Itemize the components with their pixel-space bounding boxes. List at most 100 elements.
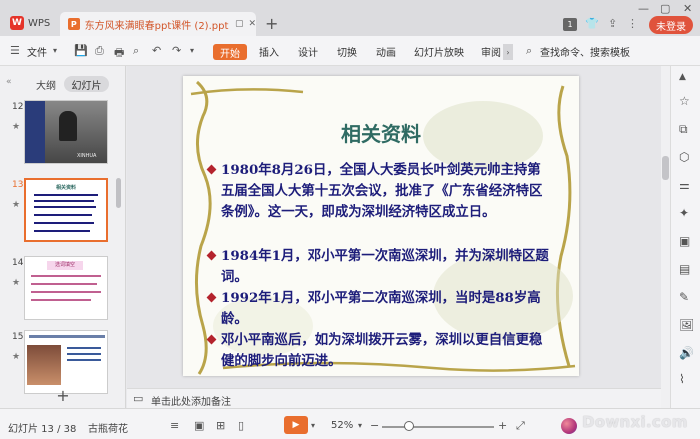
thumbnail-row-13[interactable]: 13 ★ 相关资料 (0, 178, 126, 244)
right-tool-sidebar: ▲ ☆ ⧉ ⬡ ⚌ ✦ ▣ ▤ ✎ 🖼 🔊 ⌇ (670, 66, 700, 408)
slide-thumbnail[interactable]: XINHUA (24, 100, 108, 164)
tab-window-icon[interactable]: ▢ (235, 19, 244, 29)
chevron-down-icon[interactable]: ▾ (53, 46, 57, 55)
theme-name[interactable]: 古瓶荷花 (88, 420, 128, 435)
copy-icon[interactable]: ⧉ (679, 122, 688, 137)
close-window-icon[interactable]: ✕ (683, 2, 692, 15)
normal-view-icon[interactable]: ▣ (194, 419, 204, 432)
layout-icon[interactable]: ▤ (679, 262, 690, 276)
notes-placeholder[interactable]: 单击此处添加备注 (151, 393, 231, 408)
menu-file[interactable]: 文件 (27, 44, 47, 59)
image-icon[interactable]: 🖼 (679, 318, 694, 332)
slide-thumbnail[interactable]: 选词填空 (24, 256, 108, 320)
login-button[interactable]: 未登录 (649, 16, 693, 34)
tab-slides[interactable]: 幻灯片 (64, 76, 109, 92)
play-dropdown-icon[interactable]: ▾ (311, 421, 315, 430)
menu-tab-start[interactable]: 开始 (213, 44, 247, 60)
slide-thumbnail[interactable] (24, 330, 108, 394)
zoom-dropdown-icon[interactable]: ▾ (358, 421, 362, 430)
more-icon[interactable]: ⋮ (627, 17, 638, 30)
bullet-text-2[interactable]: 1984年1月，邓小平第一次南巡深圳，并为深圳特区题词。 (206, 246, 551, 288)
zoom-slider[interactable] (382, 426, 494, 428)
hamburger-icon[interactable]: ☰ (10, 44, 20, 57)
app-name: WPS (28, 17, 51, 29)
bullet-text-1[interactable]: 1980年8月26日，全国人大委员长叶剑英元帅主持第五届全国人大第十五次会议，批… (206, 160, 551, 223)
redo-icon[interactable]: ↷ (172, 44, 181, 57)
tab-close-icon[interactable]: ✕ (248, 19, 256, 29)
print-icon[interactable]: 🖶 (114, 44, 124, 63)
slide-number: 15 (12, 332, 24, 342)
window-count-badge[interactable]: 1 (563, 18, 577, 31)
shape-icon[interactable]: ⬡ (679, 150, 689, 164)
search-icon: ⌕ (526, 44, 533, 57)
minimize-icon[interactable]: — (638, 2, 649, 15)
sorter-view-icon[interactable]: ⊞ (216, 419, 225, 432)
redo-dropdown-icon[interactable]: ▾ (190, 46, 194, 55)
slide-number: 12 (12, 102, 24, 112)
menu-tab-insert[interactable]: 插入 (259, 44, 279, 59)
thumb-line (67, 353, 101, 355)
thumb-line (31, 299, 91, 301)
new-tab-button[interactable]: + (265, 14, 278, 33)
save-icon[interactable]: 💾 (74, 44, 88, 57)
chevron-up-icon[interactable]: ▲ (679, 72, 686, 82)
notes-toggle-icon[interactable]: ≡ (170, 419, 179, 432)
bullet-content: 1980年8月26日，全国人大委员长叶剑英元帅主持第五届全国人大第十五次会议，批… (221, 162, 543, 220)
adjust-icon[interactable]: ⚌ (679, 178, 690, 192)
slide-number: 13 (12, 180, 24, 190)
menu-tab-slideshow[interactable]: 幻灯片放映 (414, 44, 464, 59)
bullet-text-3[interactable]: 1992年1月，邓小平第二次南巡深圳，当时是88岁高龄。 (206, 288, 551, 330)
brush-icon[interactable]: ⌇ (679, 372, 685, 386)
animation-icon[interactable]: ✦ (679, 206, 689, 220)
wps-home-tab[interactable]: W WPS (4, 11, 56, 35)
edit-icon[interactable]: ✎ (679, 290, 689, 304)
person-figure (59, 111, 77, 141)
thumb-line (34, 194, 98, 196)
collapse-panel-icon[interactable]: « (6, 77, 12, 87)
add-slide-button[interactable]: + (0, 386, 126, 405)
zoom-out-button[interactable]: − (370, 419, 379, 432)
document-tab[interactable]: P 东方风来满眼春ppt课件 (2).ppt ▢ ✕ (60, 12, 256, 36)
canvas-scrollbar[interactable] (661, 66, 670, 408)
thumb-line (31, 275, 101, 277)
star-icon[interactable]: ☆ (679, 94, 690, 108)
panel-scrollbar[interactable] (116, 178, 121, 208)
menu-tab-animation[interactable]: 动画 (376, 44, 396, 59)
skin-icon[interactable]: 👕 (585, 17, 599, 30)
undo-icon[interactable]: ↶ (152, 44, 161, 57)
thumbnail-row-12[interactable]: 12 ★ XINHUA (0, 100, 126, 166)
zoom-level[interactable]: 52% (331, 420, 353, 431)
audio-icon[interactable]: 🔊 (679, 346, 694, 360)
picture-icon[interactable]: ▣ (679, 234, 690, 248)
play-slideshow-button[interactable]: ▶ (284, 416, 308, 434)
command-search[interactable]: 查找命令、搜索模板 (540, 44, 630, 59)
menu-tab-transition[interactable]: 切换 (337, 44, 357, 59)
reading-view-icon[interactable]: ▯ (238, 419, 244, 432)
scroll-thumb[interactable] (662, 156, 669, 180)
current-slide[interactable]: 相关资料 1980年8月26日，全国人大委员长叶剑英元帅主持第五届全国人大第十五… (183, 76, 579, 376)
menu-tab-review[interactable]: 审阅 (481, 44, 501, 59)
slide-title[interactable]: 相关资料 (183, 118, 579, 147)
maximize-icon[interactable]: ▢ (660, 2, 670, 15)
thumb-line (34, 206, 96, 208)
print-preview-icon[interactable]: ⌕ (133, 44, 139, 58)
thumb-line (29, 335, 105, 338)
notes-bar[interactable]: ▭ 单击此处添加备注 (127, 388, 661, 408)
thumb-line (67, 347, 101, 349)
animation-star-icon: ★ (12, 278, 21, 288)
slide-thumbnail-selected[interactable]: 相关资料 (24, 178, 108, 242)
bullet-text-4[interactable]: 邓小平南巡后，如为深圳拨开云雾，深圳以更自信更稳健的脚步向前迈进。 (206, 330, 551, 372)
more-tabs-button[interactable]: › (503, 44, 513, 60)
share-icon[interactable]: ⇪ (608, 17, 617, 30)
export-pdf-icon[interactable]: ⎙ (95, 44, 104, 58)
thumbnail-row-14[interactable]: 14 ★ 选词填空 (0, 256, 126, 322)
zoom-in-button[interactable]: + (498, 419, 507, 432)
slide-number: 14 (12, 258, 24, 268)
menu-tab-design[interactable]: 设计 (298, 44, 318, 59)
thumb-title: 选词填空 (47, 261, 83, 270)
fit-window-icon[interactable]: ⤢ (516, 419, 525, 433)
animation-star-icon: ★ (12, 352, 21, 362)
bullet-content: 1984年1月，邓小平第一次南巡深圳，并为深圳特区题词。 (221, 248, 549, 285)
tab-outline[interactable]: 大纲 (36, 77, 56, 92)
zoom-slider-handle[interactable] (404, 421, 414, 431)
